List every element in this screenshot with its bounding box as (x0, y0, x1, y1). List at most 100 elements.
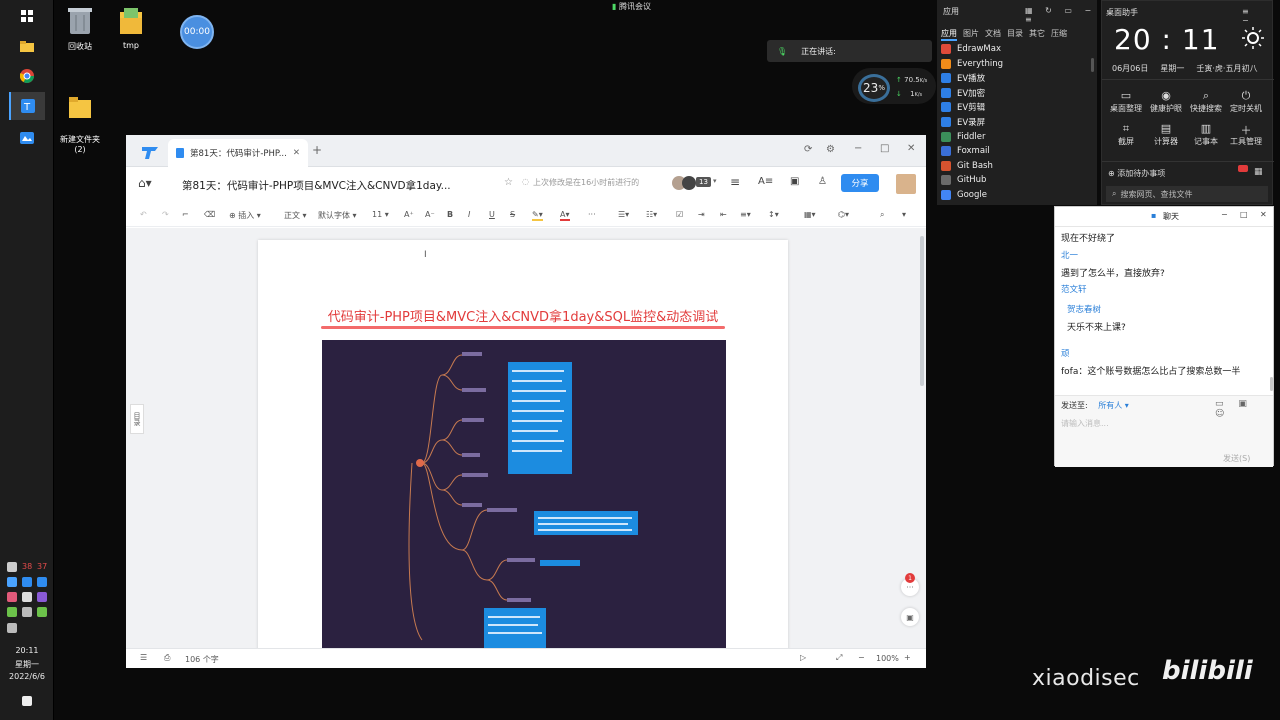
tool-notepad[interactable]: ▥ 记事本 (1186, 122, 1226, 147)
undo-icon[interactable]: ↶ (140, 210, 147, 219)
line-spacing-icon[interactable]: ↕▾ (768, 210, 779, 219)
desktop-icon-new-folder[interactable]: 新建文件夹 (2) (55, 76, 105, 163)
increase-font-icon[interactable]: A⁺ (404, 210, 414, 219)
eraser-icon[interactable]: ⌫ (204, 210, 215, 219)
minimize-icon[interactable]: − (1221, 210, 1228, 219)
window-maximize-icon[interactable]: □ (880, 143, 889, 154)
assistant-search-box[interactable]: ⌕ 搜索网页、查找文件 (1106, 186, 1268, 202)
desktop-icon-recycle-bin[interactable]: 回收站 (55, 6, 105, 52)
format-painter-icon[interactable]: ⌐ (182, 210, 189, 219)
windows-start-icon[interactable] (9, 2, 45, 30)
launcher-tab-images[interactable]: 图片 (963, 28, 979, 41)
tool-quick-search[interactable]: ⌕ 快捷搜索 (1186, 89, 1226, 114)
strikethrough-icon[interactable]: S (510, 210, 515, 219)
collaborator-count[interactable]: 13 (696, 177, 711, 187)
paragraph-style-select[interactable]: 正文 ▾ (284, 210, 307, 221)
launcher-app-item[interactable]: EV录屏 (941, 115, 985, 129)
feedback-icon[interactable]: ▣ (901, 608, 919, 626)
zoom-out-icon[interactable]: − (858, 653, 865, 662)
bullet-list-icon[interactable]: ☰▾ (618, 210, 629, 219)
star-icon[interactable]: ☆ (504, 177, 513, 188)
launcher-window-controls[interactable]: ▦ ↻ ▭ − ≡ (1025, 6, 1097, 24)
tool-desktop-organize[interactable]: ▭ 桌面整理 (1106, 89, 1146, 114)
timer-badge[interactable]: 00:00 (180, 15, 214, 49)
home-icon[interactable]: ⌂▾ (138, 176, 152, 190)
font-family-select[interactable]: 默认字体 ▾ (318, 210, 357, 221)
tray-shield-icon[interactable] (7, 577, 17, 587)
chat-input[interactable]: 请输入消息... (1061, 418, 1109, 429)
volume-icon[interactable] (7, 623, 17, 633)
window-minimize-icon[interactable]: − (854, 143, 862, 154)
outline-icon[interactable]: ☰ (140, 653, 147, 662)
play-icon[interactable]: ▷ (800, 653, 806, 662)
decrease-font-icon[interactable]: A⁻ (425, 210, 435, 219)
tray-arrow-icon[interactable] (7, 562, 17, 572)
indent-icon[interactable]: ⇥ (698, 210, 705, 219)
tool-timed-shutdown[interactable]: ⏻ 定时关机 (1226, 89, 1266, 114)
print-layout-icon[interactable]: ⎙ (164, 653, 170, 663)
document-page[interactable]: I 代码审计-PHP项目&MVC注入&CNVD拿1day&SQL监控&动态调试 (258, 240, 788, 648)
chevron-down-icon[interactable]: ▾ (713, 177, 717, 185)
mindmap-image[interactable] (322, 340, 726, 648)
chat-scrollbar[interactable] (1270, 377, 1273, 391)
launcher-app-item[interactable]: EdrawMax (941, 42, 1001, 56)
tray-app-icon[interactable] (7, 592, 17, 602)
zoom-level[interactable]: 100% (876, 654, 899, 663)
tab-close-icon[interactable]: ✕ (293, 148, 300, 158)
settings-icon[interactable]: ⚙ (826, 144, 835, 155)
taskbar-time[interactable]: 20:11 (0, 646, 54, 655)
launcher-app-item[interactable]: Google (941, 188, 987, 202)
launcher-scrollbar[interactable] (1091, 58, 1094, 72)
new-tab-icon[interactable]: + (312, 143, 322, 157)
maximize-icon[interactable]: □ (1240, 210, 1248, 219)
user-avatar[interactable] (896, 174, 916, 194)
embed-icon[interactable]: ⌬▾ (838, 210, 849, 219)
file-explorer-icon[interactable] (9, 32, 45, 60)
fullscreen-icon[interactable]: ⤢ (836, 653, 842, 663)
doc-title-bar[interactable]: 第81天：代码审计-PHP项目&MVC注入&CNVD拿1day... (182, 178, 451, 193)
assistant-menu-controls[interactable]: ≡ − (1242, 7, 1272, 25)
meeting-taskbar-icon[interactable] (9, 124, 45, 152)
insert-menu[interactable]: ⊕ 插入 ▾ (229, 210, 261, 221)
launcher-app-item[interactable]: EV播放 (941, 71, 985, 85)
notification-center-icon[interactable] (22, 696, 32, 706)
add-user-icon[interactable]: ♙ (818, 176, 827, 187)
tray-app2-icon[interactable] (37, 592, 47, 602)
launcher-tab-docs[interactable]: 文档 (985, 28, 1001, 41)
launcher-app-item[interactable]: EV加密 (941, 86, 985, 100)
collaborator-avatar[interactable] (682, 176, 696, 190)
outline-toggle[interactable]: 目录 (130, 404, 144, 434)
launcher-tab-other[interactable]: 其它 (1029, 28, 1045, 41)
document-canvas[interactable]: 目录 I 代码审计-PHP项目&MVC注入&CNVD拿1day&SQL监控&动态… (126, 228, 926, 648)
tray-docs-icon[interactable] (37, 577, 47, 587)
italic-icon[interactable]: I (468, 210, 470, 219)
collapse-toolbar-icon[interactable]: ▾ (902, 210, 906, 219)
launcher-tab-dirs[interactable]: 目录 (1007, 28, 1023, 41)
font-color-icon[interactable]: A▾ (560, 210, 570, 221)
launcher-app-item[interactable]: GitHub (941, 173, 986, 187)
find-icon[interactable]: ⌕ (880, 210, 884, 220)
chat-tool-icons[interactable]: ▭ ▣ ☺ (1215, 399, 1273, 419)
launcher-tab-archives[interactable]: 压缩 (1051, 28, 1067, 41)
present-icon[interactable]: ▣ (790, 176, 799, 187)
tool-screenshot[interactable]: ⌗ 截屏 (1106, 122, 1146, 147)
underline-icon[interactable]: U (489, 210, 495, 219)
numbered-list-icon[interactable]: ☷▾ (646, 210, 657, 219)
tool-eye-care[interactable]: ◉ 健康护眼 (1146, 89, 1186, 114)
launcher-tab-apps[interactable]: 应用 (941, 28, 957, 41)
meeting-indicator[interactable]: ▮ 腾讯会议 (612, 1, 651, 12)
zoom-in-icon[interactable]: + (904, 653, 911, 662)
tencent-docs-logo-icon[interactable] (142, 144, 158, 163)
more-icon[interactable]: ··· (588, 210, 596, 219)
grid-icon[interactable]: ▦ (1254, 167, 1263, 177)
launcher-app-item[interactable]: EV剪辑 (941, 100, 985, 114)
align-icon[interactable]: ≡▾ (740, 210, 751, 219)
font-size-select[interactable]: 11 ▾ (372, 210, 389, 219)
send-button[interactable]: 发送(S) (1223, 453, 1250, 464)
launcher-app-item[interactable]: Fiddler (941, 130, 986, 144)
tray-mic-icon[interactable] (22, 592, 32, 602)
tencent-docs-taskbar-icon[interactable]: T (9, 92, 45, 120)
bold-icon[interactable]: B (447, 210, 453, 219)
tray-nvidia-icon[interactable] (7, 607, 17, 617)
highlight-icon[interactable]: ✎▾ (532, 210, 543, 221)
